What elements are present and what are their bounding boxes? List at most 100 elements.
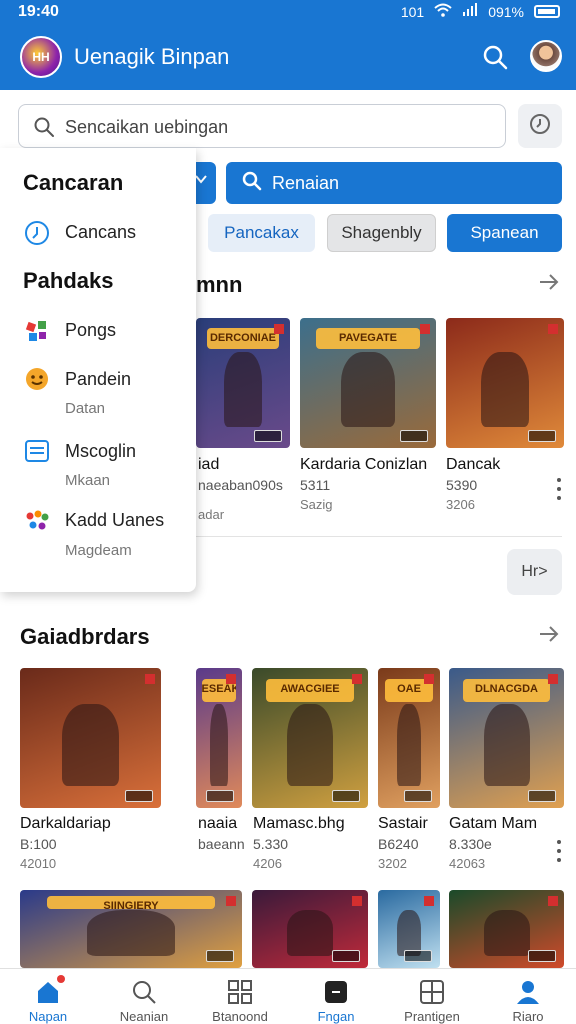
game-price: baeann (198, 836, 245, 852)
game-logo-banner: DERCONIAE (207, 328, 279, 350)
game-logo-banner: AWACGIEE (265, 679, 355, 702)
face-icon (24, 366, 50, 392)
nav-label: Neanian (119, 1009, 169, 1024)
nav-label: Napan (28, 1009, 68, 1024)
game-price: 8.330e (449, 836, 492, 852)
nav-label: Riaro (512, 1009, 544, 1024)
drawer-item[interactable]: Pongs (65, 320, 116, 341)
game-logo-banner: PAVEGATE (316, 328, 420, 350)
nav-search[interactable]: Neanian (96, 969, 192, 1024)
app-logo[interactable]: HH (20, 36, 62, 78)
game-name[interactable]: naaia (198, 815, 237, 833)
game-price: B:100 (20, 836, 57, 852)
game-name[interactable]: Mamasc.bhg (253, 815, 345, 833)
drawer-item-sub: Datan (65, 400, 106, 417)
search-icon[interactable] (482, 44, 508, 70)
drawer-item[interactable]: Mscoglin (65, 441, 136, 462)
nav-game[interactable]: Fngan (288, 969, 384, 1024)
nav-label: Btanoond (212, 1009, 268, 1024)
arrow-right-icon[interactable] (538, 272, 560, 298)
game-price: naeaban090s (198, 477, 283, 493)
history-button[interactable] (518, 104, 562, 148)
drawer-item[interactable]: Kadd Uanes (65, 510, 164, 531)
search-icon (33, 116, 55, 138)
game-price: 5390 (446, 477, 478, 493)
game-logo-banner: DLNACGDA (462, 679, 551, 702)
dots-icon (24, 508, 50, 534)
search-button-label: Renaian (272, 172, 340, 193)
game-card-image[interactable] (449, 890, 564, 968)
drawer-item[interactable]: Pandein (65, 369, 131, 390)
game-meta: 3202 (378, 856, 407, 871)
game-name[interactable]: Kardaria Conizlan (300, 456, 427, 474)
game-meta: 42010 (20, 856, 57, 871)
game-card-image[interactable] (378, 890, 440, 968)
game-price: B6240 (378, 836, 419, 852)
game-name[interactable]: Gatam Mam (449, 815, 537, 833)
status-text: 101 (400, 3, 425, 20)
nav-grid[interactable]: Btanoond (192, 969, 288, 1024)
search-input[interactable] (65, 113, 495, 141)
chevron-down-icon (194, 173, 208, 190)
grid-icon (227, 979, 253, 1005)
puzzle-icon (24, 318, 50, 344)
nav-programs[interactable]: Prantigen (384, 969, 480, 1024)
side-drawer: Cancaran Cancans Pahdaks Pongs Pandein D… (0, 148, 196, 592)
status-time: 19:40 (18, 3, 59, 20)
game-card-image[interactable] (446, 318, 564, 448)
game-name[interactable]: iad (198, 456, 219, 474)
drawer-item-sub: Magdeam (65, 542, 132, 559)
search-bar (18, 104, 506, 148)
app-title: Uenagik Binpan (74, 44, 230, 69)
divider (196, 536, 562, 537)
more-options-icon[interactable] (556, 840, 562, 862)
app-screen: 19:40 101 091% HH Uenagik Binpan Sencaik… (0, 0, 576, 1024)
status-indicators: 101 091% (401, 3, 560, 20)
drawer-item-sub: Mkaan (65, 472, 111, 489)
game-name[interactable]: Darkaldariap (20, 815, 111, 833)
game-card-image[interactable]: AWACGIEE (252, 668, 368, 808)
drawer-item[interactable]: Cancans (65, 222, 136, 243)
status-bar: 19:40 101 091% (0, 0, 576, 26)
section-title: mnn (196, 272, 243, 297)
game-card-image[interactable]: DLNACGDA (449, 668, 564, 808)
nav-home[interactable]: Napan (0, 969, 96, 1024)
game-price: 5311 (300, 477, 331, 493)
game-name[interactable]: Dancak (446, 456, 500, 474)
bottom-nav: Napan Neanian Btanoond Fngan Prantigen R… (0, 968, 576, 1024)
person-icon (515, 979, 541, 1005)
filter-chip[interactable]: Spanean (447, 214, 562, 252)
filter-chip[interactable]: Pancakax (208, 214, 315, 252)
window-icon (419, 979, 445, 1005)
game-logo-banner: SIINGIERY (46, 896, 216, 909)
home-icon (35, 975, 65, 1005)
nav-label: Fngan (317, 1009, 355, 1024)
game-card-image[interactable]: PAVEGATE (300, 318, 436, 448)
game-card-image[interactable] (20, 668, 161, 808)
section-title: Gaiadbrdars (20, 624, 150, 649)
search-icon (131, 979, 157, 1005)
drawer-heading: Cancaran (23, 170, 124, 195)
game-price: 5.330 (253, 836, 289, 852)
drawer-heading: Pahdaks (23, 268, 114, 293)
search-icon (242, 171, 262, 196)
game-card-image[interactable] (252, 890, 368, 968)
battery-text: 091% (488, 3, 524, 20)
search-button[interactable]: Renaian (226, 162, 562, 204)
nav-profile[interactable]: Riaro (480, 969, 576, 1024)
filter-chip[interactable]: Shagenbly (327, 214, 436, 252)
app-bar: HH Uenagik Binpan (0, 26, 576, 90)
game-card-image[interactable]: DERCONIAE (196, 318, 290, 448)
nav-label: Prantigen (404, 1009, 460, 1024)
game-name[interactable]: Sastair (378, 815, 428, 833)
gamepad-icon (323, 979, 349, 1005)
arrow-right-icon[interactable] (538, 624, 560, 650)
more-button[interactable]: Hr> (507, 549, 562, 595)
more-options-icon[interactable] (556, 478, 562, 500)
clock-icon (529, 113, 551, 140)
game-card-image[interactable]: OAE (378, 668, 440, 808)
game-card-image[interactable]: ESEAKE (196, 668, 242, 808)
avatar[interactable] (530, 40, 562, 72)
game-card-image[interactable]: SIINGIERY (20, 890, 242, 968)
game-meta: 42063 (449, 856, 486, 871)
